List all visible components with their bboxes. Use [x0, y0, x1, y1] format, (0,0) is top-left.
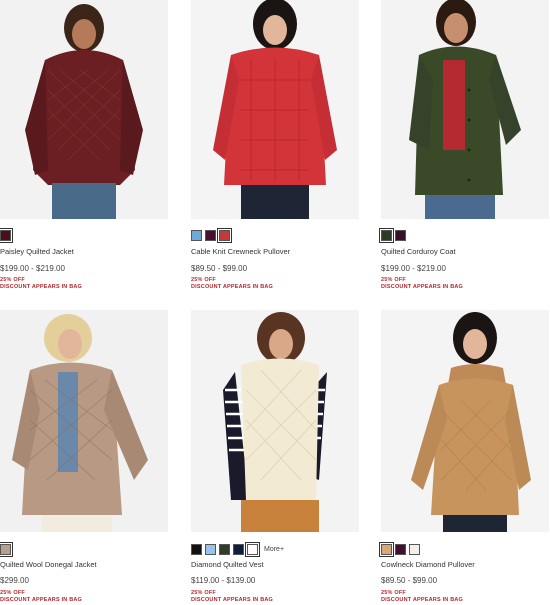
promo-percent: 25% OFF	[0, 277, 25, 283]
product-image[interactable]	[191, 0, 359, 219]
promo-percent: 25% OFF	[381, 590, 406, 596]
product-image[interactable]	[0, 0, 168, 219]
color-swatch[interactable]	[395, 230, 406, 241]
color-swatches	[0, 542, 13, 557]
product-image[interactable]	[381, 0, 549, 219]
promo-note: DISCOUNT APPEARS IN BAG	[381, 284, 464, 290]
promo-percent: 25% OFF	[0, 590, 25, 596]
product-price: $199.00 - $219.00	[0, 264, 65, 273]
color-swatches	[0, 228, 13, 243]
promo-note: DISCOUNT APPEARS IN BAG	[0, 284, 83, 290]
color-swatch[interactable]	[217, 228, 232, 243]
product-name[interactable]: Diamond Quilted Vest	[191, 560, 264, 569]
color-swatch[interactable]	[379, 542, 394, 557]
promo-note: DISCOUNT APPEARS IN BAG	[191, 284, 274, 290]
color-swatch[interactable]	[205, 544, 216, 555]
product-name[interactable]: Paisley Quilted Jacket	[0, 247, 74, 256]
promo-note: DISCOUNT APPEARS IN BAG	[0, 597, 83, 603]
promo-percent: 25% OFF	[191, 277, 216, 283]
product-image[interactable]	[191, 310, 359, 532]
color-swatch[interactable]	[219, 544, 230, 555]
color-swatches	[379, 228, 406, 243]
color-swatch[interactable]	[379, 228, 394, 243]
color-swatches	[191, 228, 232, 243]
product-price: $119.00 - $139.00	[191, 576, 256, 585]
more-colors-link[interactable]: More+	[264, 546, 284, 553]
color-swatch[interactable]	[205, 230, 216, 241]
product-price: $89.50 - $99.00	[191, 264, 248, 273]
color-swatch[interactable]	[191, 230, 202, 241]
product-price: $199.00 - $219.00	[381, 264, 446, 273]
color-swatches	[379, 542, 420, 557]
product-card-diamond-quilted-vest[interactable]: More+ Diamond Quilted Vest $119.00 - $13…	[191, 310, 359, 603]
promo-note: DISCOUNT APPEARS IN BAG	[191, 597, 274, 603]
color-swatch[interactable]	[245, 542, 260, 557]
color-swatch[interactable]	[409, 544, 420, 555]
color-swatch[interactable]	[191, 544, 202, 555]
product-name[interactable]: Quilted Wool Donegal Jacket	[0, 560, 97, 569]
color-swatches: More+	[191, 542, 284, 557]
product-name[interactable]: Cable Knit Crewneck Pullover	[191, 247, 290, 256]
color-swatch[interactable]	[0, 542, 13, 557]
promo-percent: 25% OFF	[191, 590, 216, 596]
color-swatch[interactable]	[233, 544, 244, 555]
promo-note: DISCOUNT APPEARS IN BAG	[381, 597, 464, 603]
product-grid: Paisley Quilted Jacket $199.00 - $219.00…	[0, 0, 550, 605]
product-card-cowlneck-diamond-pullover[interactable]: Cowlneck Diamond Pullover $89.50 - $99.0…	[379, 310, 549, 603]
color-swatch[interactable]	[0, 228, 13, 243]
product-card-quilted-wool-donegal-jacket[interactable]: Quilted Wool Donegal Jacket $299.00 25% …	[0, 310, 168, 603]
product-name[interactable]: Quilted Corduroy Coat	[381, 247, 456, 256]
product-price: $89.50 - $99.00	[381, 576, 438, 585]
product-card-quilted-corduroy-coat[interactable]: Quilted Corduroy Coat $199.00 - $219.00 …	[379, 0, 549, 290]
product-image[interactable]	[381, 310, 549, 532]
product-card-cable-knit-crewneck-pullover[interactable]: Cable Knit Crewneck Pullover $89.50 - $9…	[191, 0, 359, 290]
promo-percent: 25% OFF	[381, 277, 406, 283]
product-price: $299.00	[0, 576, 29, 585]
product-name[interactable]: Cowlneck Diamond Pullover	[381, 560, 475, 569]
product-image[interactable]	[0, 310, 168, 532]
color-swatch[interactable]	[395, 544, 406, 555]
product-card-paisley-quilted-jacket[interactable]: Paisley Quilted Jacket $199.00 - $219.00…	[0, 0, 168, 290]
